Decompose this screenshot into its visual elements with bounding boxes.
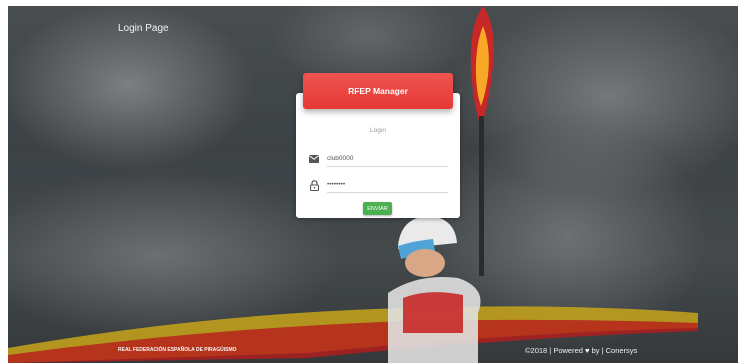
login-card: RFEP Manager Login ENVIAR bbox=[296, 73, 460, 218]
username-input[interactable] bbox=[327, 151, 448, 167]
password-row bbox=[308, 177, 448, 193]
lock-icon bbox=[308, 179, 320, 191]
copyright-text: ©2018 | Powered bbox=[525, 346, 583, 355]
page-title: Login Page bbox=[118, 23, 169, 34]
app-title: RFEP Manager bbox=[348, 86, 408, 96]
card-header: RFEP Manager bbox=[303, 73, 453, 109]
powered-by-text: by | Conersys bbox=[591, 346, 638, 355]
organization-name: REAL FEDERACIÓN ESPAÑOLA DE PIRAGÜISMO bbox=[118, 347, 237, 353]
footer-credits: ©2018 | Powered ♥ by | Conersys bbox=[525, 346, 637, 355]
username-row bbox=[308, 151, 448, 167]
background-photo: Login Page RFEP Manager Login ENVIAR REA… bbox=[8, 6, 738, 363]
password-input[interactable] bbox=[327, 177, 448, 193]
envelope-icon bbox=[308, 153, 320, 165]
submit-button[interactable]: ENVIAR bbox=[363, 202, 392, 215]
paddle-illustration bbox=[470, 6, 494, 276]
login-subtitle: Login bbox=[370, 127, 386, 134]
helmet-illustration bbox=[398, 216, 457, 277]
heart-icon: ♥ bbox=[585, 346, 590, 355]
